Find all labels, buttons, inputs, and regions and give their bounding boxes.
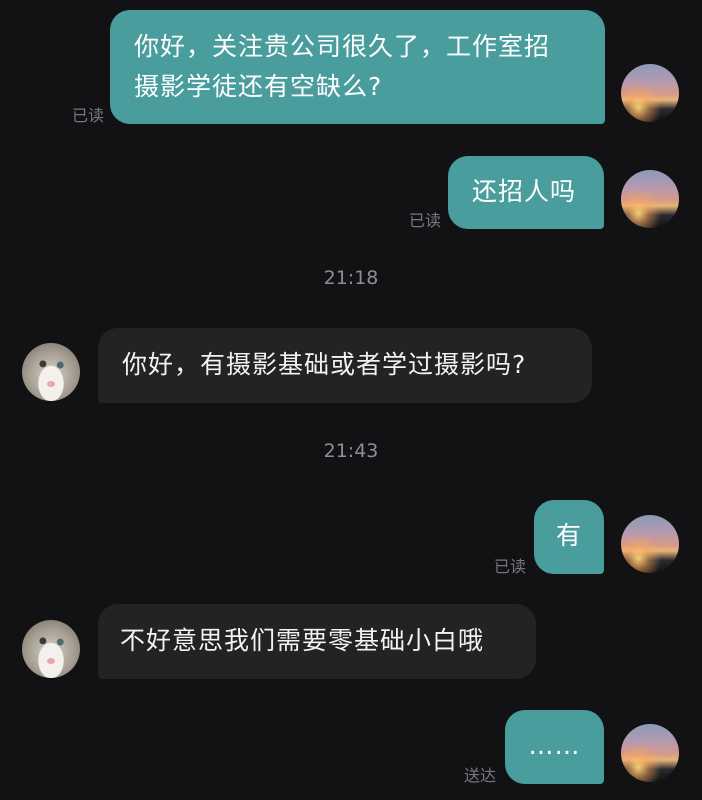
sunset-avatar-icon[interactable] [621,170,679,228]
sunset-avatar-icon[interactable] [621,724,679,782]
outgoing-message-bubble[interactable]: …… [505,710,604,784]
message-text: 有 [555,521,582,550]
outgoing-message-bubble[interactable]: 还招人吗 [448,156,604,229]
delivered-status: 送达 [463,766,496,785]
message-text: 你好，有摄影基础或者学过摄影吗? [122,350,527,379]
cat-avatar-icon[interactable] [22,620,80,678]
message-text-line: 你好，关注贵公司很久了，工作室招 [134,32,551,61]
timestamp: 21:18 [323,267,379,289]
message-text-line: 摄影学徒还有空缺么? [134,72,383,101]
outgoing-message-bubble[interactable]: 你好，关注贵公司很久了，工作室招 摄影学徒还有空缺么? [110,10,605,124]
sunset-avatar-icon[interactable] [621,64,679,122]
message-text: …… [528,731,581,760]
outgoing-message-bubble[interactable]: 有 [534,500,604,574]
incoming-message-bubble[interactable]: 你好，有摄影基础或者学过摄影吗? [98,328,592,403]
sunset-avatar-icon[interactable] [621,515,679,573]
incoming-message-bubble[interactable]: 不好意思我们需要零基础小白哦 [98,604,536,679]
message-text: 还招人吗 [472,177,577,206]
timestamp: 21:43 [323,440,379,462]
message-text: 不好意思我们需要零基础小白哦 [120,626,485,655]
read-status: 已读 [408,211,441,230]
cat-avatar-icon[interactable] [22,343,80,401]
read-status: 已读 [71,106,104,125]
read-status: 已读 [493,557,526,576]
